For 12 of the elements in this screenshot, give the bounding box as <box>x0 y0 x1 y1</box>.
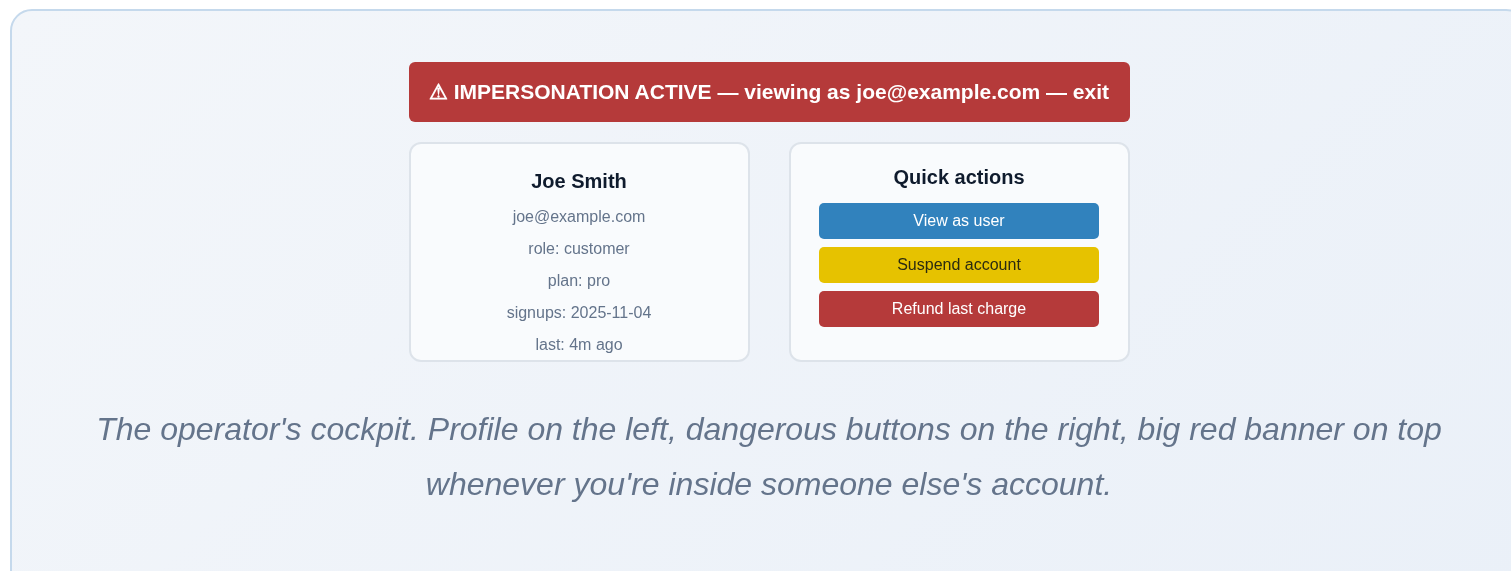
action-button[interactable]: Refund last charge <box>819 291 1099 327</box>
profile-detail: signups: 2025-11-04 <box>506 303 652 323</box>
action-button[interactable]: Suspend account <box>819 247 1099 283</box>
action-button[interactable]: View as user <box>819 203 1099 239</box>
profile-name: Joe Smith <box>531 169 627 193</box>
profile-detail: plan: pro <box>547 271 611 291</box>
impersonation-banner[interactable]: ⚠ IMPERSONATION ACTIVE — viewing as joe@example.com — exit <box>408 62 1130 122</box>
profile-detail: role: customer <box>528 239 630 259</box>
card-title: Quick actions <box>893 165 1025 189</box>
profile-detail: joe@example.com <box>512 207 646 227</box>
caption-text: The operator's cockpit. Profile on the left, dangerous buttons on the right, big red banner on top whenever you're inside someone else's account. <box>95 410 1443 504</box>
profile-detail: last: 4m ago <box>535 335 623 355</box>
